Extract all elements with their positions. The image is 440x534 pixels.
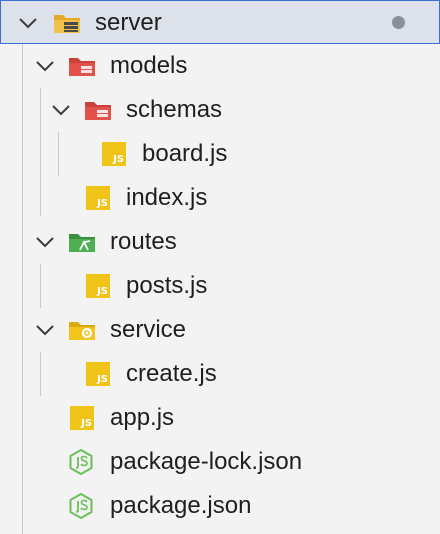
tree-item-label: posts.js: [126, 272, 208, 299]
folder-models-icon: [85, 102, 111, 120]
tree-item-label: index.js: [126, 184, 208, 211]
chevron-down-icon[interactable]: [17, 12, 39, 34]
tree-item-routes[interactable]: routes: [0, 220, 440, 264]
status-dot: [392, 16, 405, 29]
tree-item-package-json[interactable]: package.json: [0, 484, 440, 528]
chevron-down-icon[interactable]: [34, 231, 56, 253]
chevron-down-icon[interactable]: [34, 319, 56, 341]
tree-item-board-js[interactable]: JS board.js: [0, 132, 440, 176]
js-file-icon: JS: [70, 406, 94, 430]
js-file-icon: JS: [86, 186, 110, 210]
tree-item-label: server: [95, 9, 162, 36]
chevron-down-icon[interactable]: [34, 55, 56, 77]
tree-item-label: package-lock.json: [110, 448, 303, 475]
tree-item-label: app.js: [110, 404, 175, 431]
tree-item-label: routes: [110, 228, 177, 255]
nodejs-icon: [69, 493, 93, 519]
tree-item-label: package.json: [110, 492, 252, 519]
tree-item-label: models: [110, 52, 188, 79]
tree-item-index-js[interactable]: JS index.js: [0, 176, 440, 220]
tree-item-posts-js[interactable]: JS posts.js: [0, 264, 440, 308]
folder-service-icon: [69, 322, 95, 340]
js-file-icon: JS: [86, 362, 110, 386]
tree-item-schemas[interactable]: schemas: [0, 88, 440, 132]
tree-item-server[interactable]: server: [0, 0, 440, 44]
tree-item-label: service: [110, 316, 187, 343]
tree-item-label: schemas: [126, 96, 223, 123]
folder-server-icon: [54, 15, 80, 33]
tree-item-label: board.js: [142, 140, 228, 167]
folder-routes-icon: [69, 234, 95, 252]
tree-item-label: create.js: [126, 360, 217, 387]
js-file-icon: JS: [102, 142, 126, 166]
tree-item-create-js[interactable]: JS create.js: [0, 352, 440, 396]
tree-item-models[interactable]: models: [0, 44, 440, 88]
tree-item-package-lock-json[interactable]: package-lock.json: [0, 440, 440, 484]
tree-item-service[interactable]: service: [0, 308, 440, 352]
nodejs-icon: [69, 449, 93, 475]
tree-item-app-js[interactable]: JS app.js: [0, 396, 440, 440]
js-file-icon: JS: [86, 274, 110, 298]
folder-models-icon: [69, 58, 95, 76]
file-explorer-tree: server models schemas JS board.js JS ind…: [0, 0, 440, 534]
chevron-down-icon[interactable]: [50, 99, 72, 121]
